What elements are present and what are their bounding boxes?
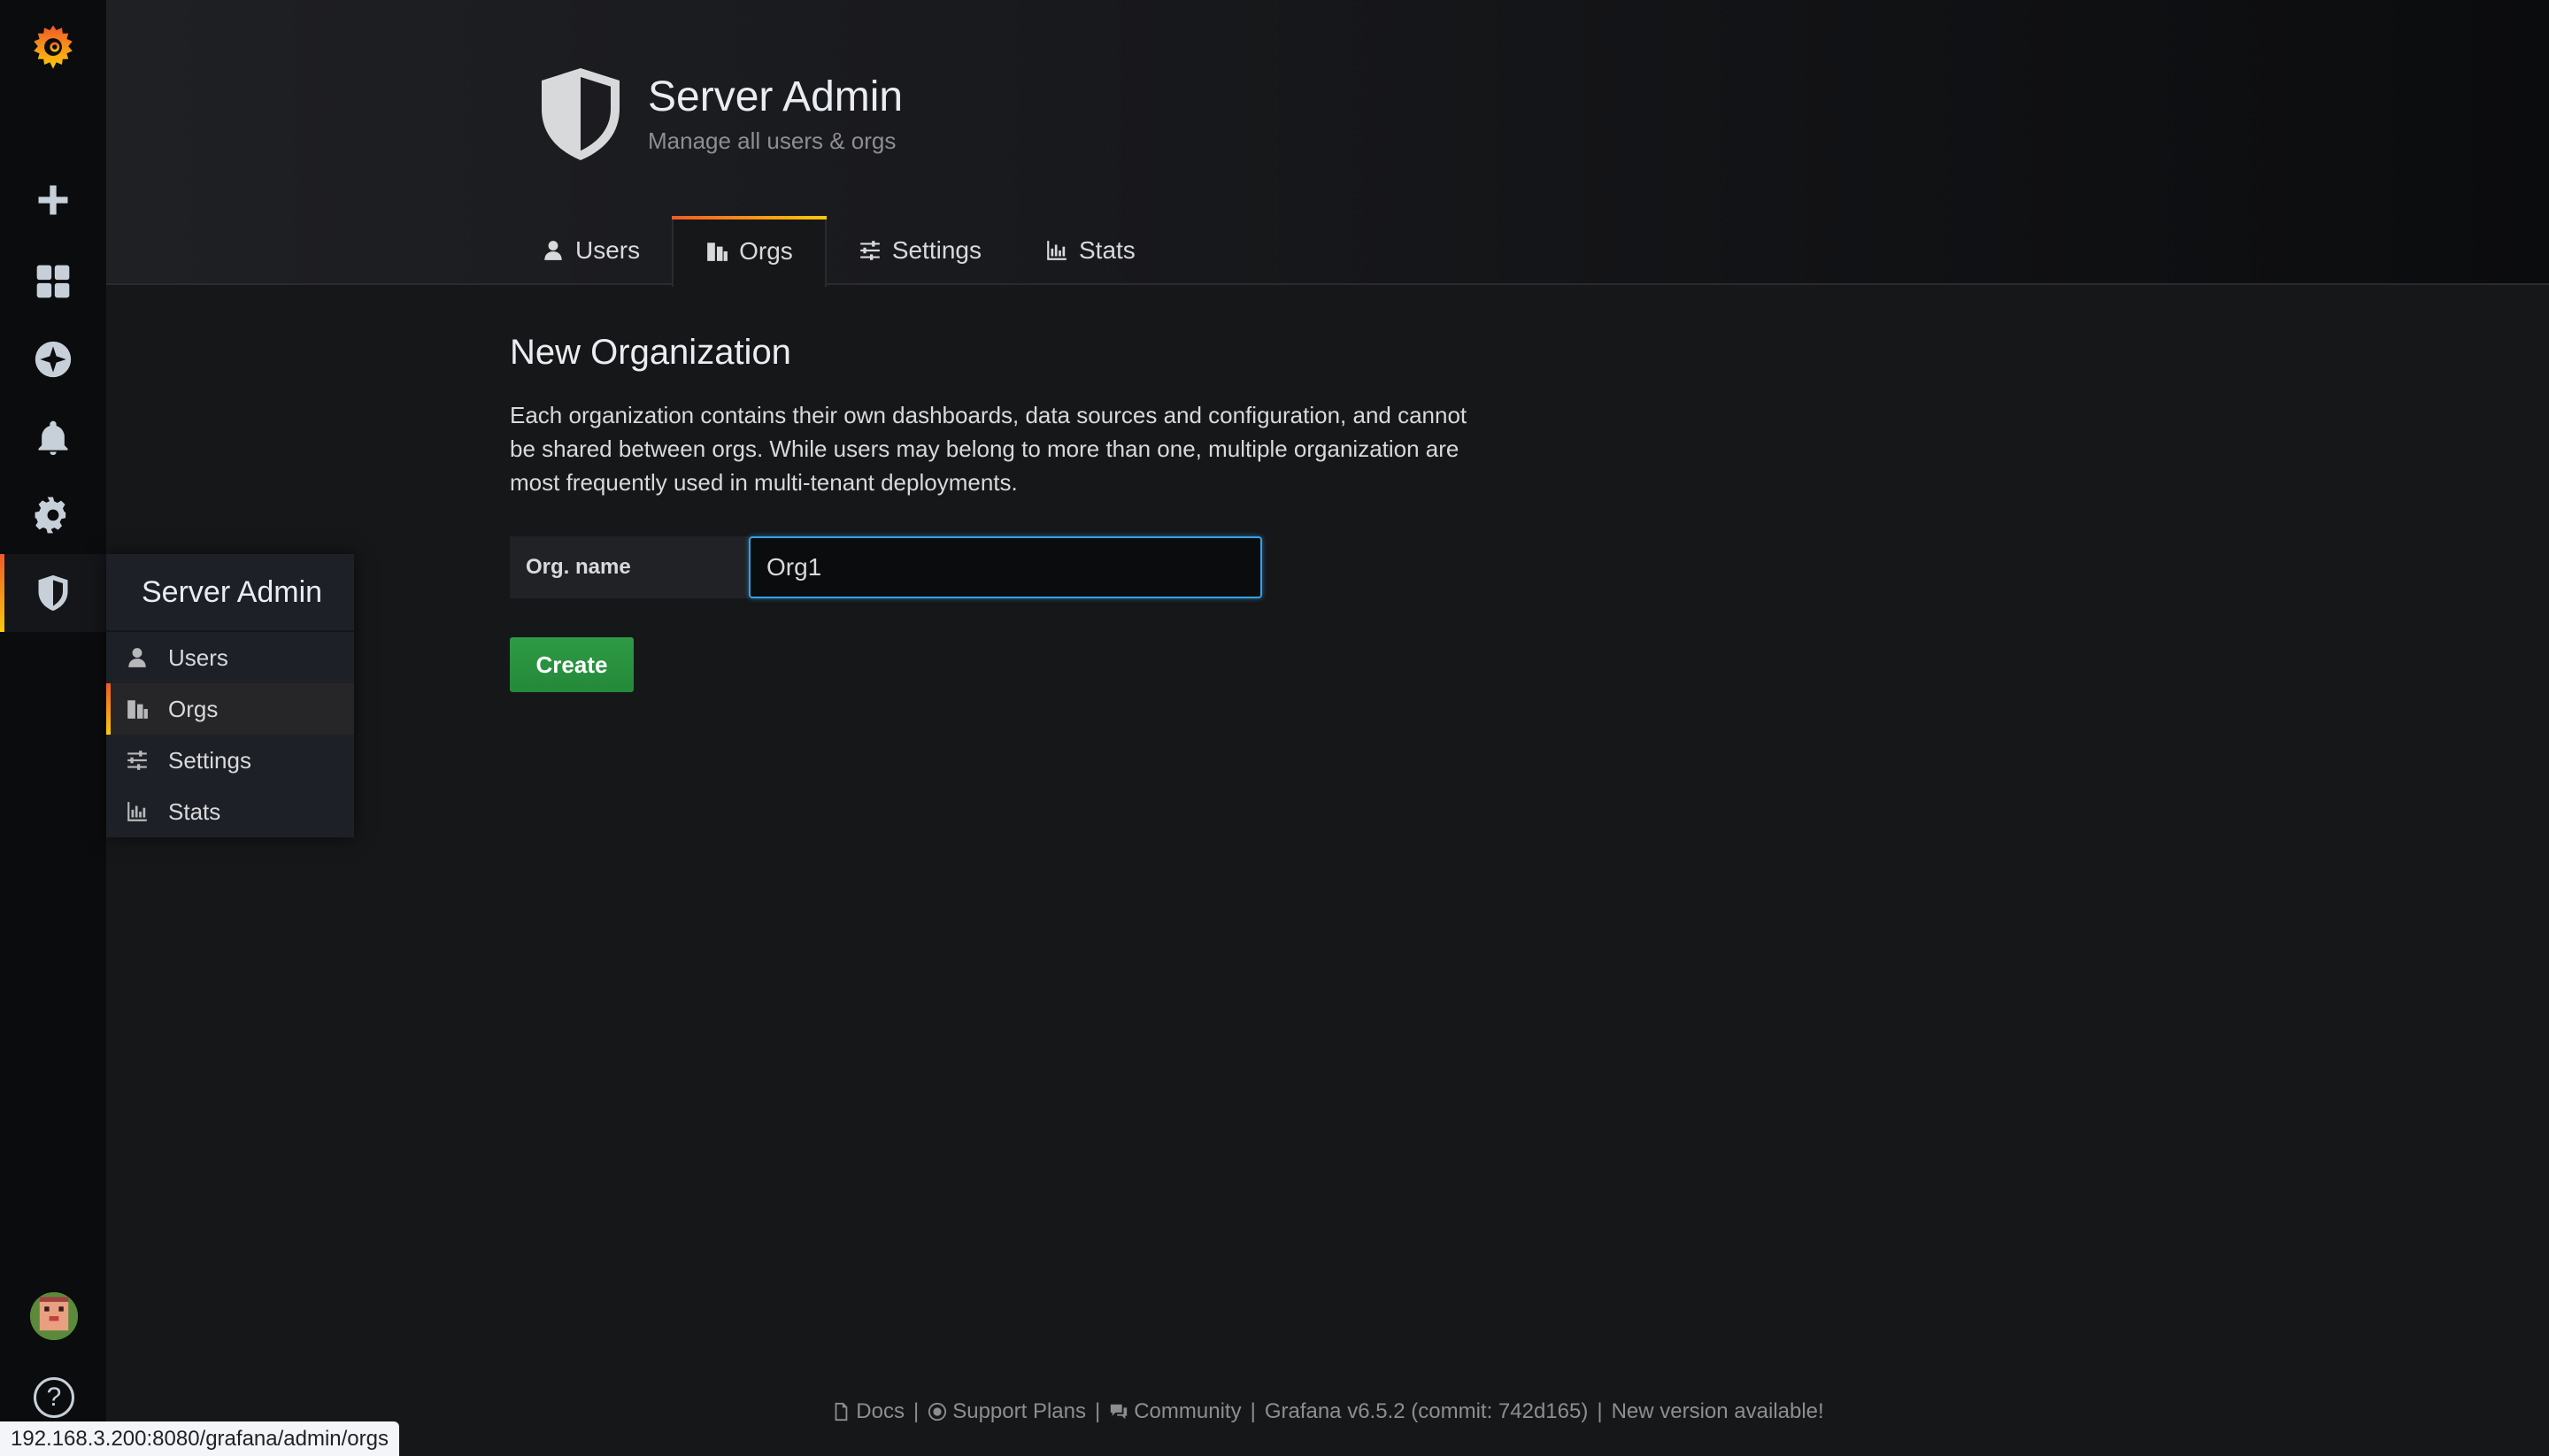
compass-icon[interactable] [0, 320, 106, 398]
dashboards-icon[interactable] [0, 243, 106, 320]
dropdown-item-stats[interactable]: Stats [106, 786, 354, 837]
document-icon [835, 1402, 848, 1421]
plus-icon[interactable] [0, 161, 106, 239]
support-plans-label: Support Plans [952, 1399, 1086, 1423]
community-label: Community [1134, 1399, 1242, 1423]
page-header-title: Server Admin [648, 73, 904, 120]
org-name-label: Org. name [510, 536, 749, 598]
bar-chart-icon [1047, 241, 1067, 260]
avatar[interactable] [30, 1292, 78, 1340]
tab-label: Orgs [739, 237, 793, 265]
docs-label: Docs [856, 1399, 905, 1423]
footer-separator: | [1250, 1399, 1256, 1423]
grafana-logo-icon[interactable] [0, 9, 106, 87]
help-icon[interactable]: ? [34, 1377, 74, 1418]
side-menu: ? [0, 0, 106, 1456]
page-tabs: Users Orgs Settings Stats [510, 216, 1167, 287]
new-version-link[interactable]: New version available! [1612, 1399, 1824, 1424]
server-admin-dropdown: Server Admin Users Orgs Settings Stats [106, 554, 354, 837]
page-description: Each organization contains their own das… [510, 402, 1467, 496]
org-name-input[interactable] [749, 536, 1262, 598]
footer: Docs | Support Plans | Community | Grafa… [106, 1397, 2549, 1427]
sliders-icon [859, 241, 880, 260]
user-icon [128, 648, 146, 667]
shield-icon[interactable] [0, 554, 106, 632]
building-icon [127, 700, 148, 719]
tab-label: Stats [1078, 236, 1136, 264]
community-link[interactable]: Community [1109, 1399, 1242, 1424]
create-button[interactable]: Create [510, 637, 634, 692]
lifebuoy-icon [928, 1402, 947, 1421]
dropdown-item-label: Stats [168, 797, 221, 825]
bar-chart-icon [127, 802, 147, 821]
shield-icon [538, 67, 623, 161]
version-text: Grafana v6.5.2 (commit: 742d165) [1264, 1399, 1589, 1423]
footer-separator: | [1094, 1399, 1101, 1423]
support-plans-link[interactable]: Support Plans [928, 1399, 1086, 1424]
dropdown-item-label: Orgs [168, 695, 219, 722]
dropdown-item-users[interactable]: Users [106, 632, 354, 683]
dropdown-item-orgs[interactable]: Orgs [106, 683, 354, 735]
dropdown-item-label: Settings [168, 746, 251, 774]
dropdown-item-settings[interactable]: Settings [106, 735, 354, 786]
tab-orgs[interactable]: Orgs [672, 216, 827, 287]
tab-label: Users [575, 236, 641, 264]
sliders-icon [127, 751, 147, 770]
page-header-subtitle: Manage all users & orgs [648, 127, 897, 154]
comments-icon [1111, 1404, 1128, 1420]
building-icon [707, 243, 728, 261]
org-name-form-row: Org. name [510, 536, 1262, 598]
bell-icon[interactable] [0, 398, 106, 476]
tab-settings[interactable]: Settings [827, 216, 1013, 285]
dropdown-item-label: Users [168, 643, 228, 671]
user-icon [544, 241, 562, 260]
dropdown-title[interactable]: Server Admin [106, 554, 354, 632]
page-header: Server Admin Manage all users & orgs Use… [106, 0, 2549, 287]
footer-separator: | [1597, 1399, 1603, 1423]
tab-label: Settings [891, 236, 982, 264]
docs-link[interactable]: Docs [831, 1399, 905, 1424]
tab-users[interactable]: Users [510, 216, 672, 285]
page-title: New Organization [510, 333, 791, 372]
footer-separator: | [913, 1399, 920, 1423]
browser-status-url: 192.168.3.200:8080/grafana/admin/orgs [0, 1421, 399, 1456]
tab-stats[interactable]: Stats [1013, 216, 1167, 285]
gear-icon[interactable] [0, 476, 106, 554]
